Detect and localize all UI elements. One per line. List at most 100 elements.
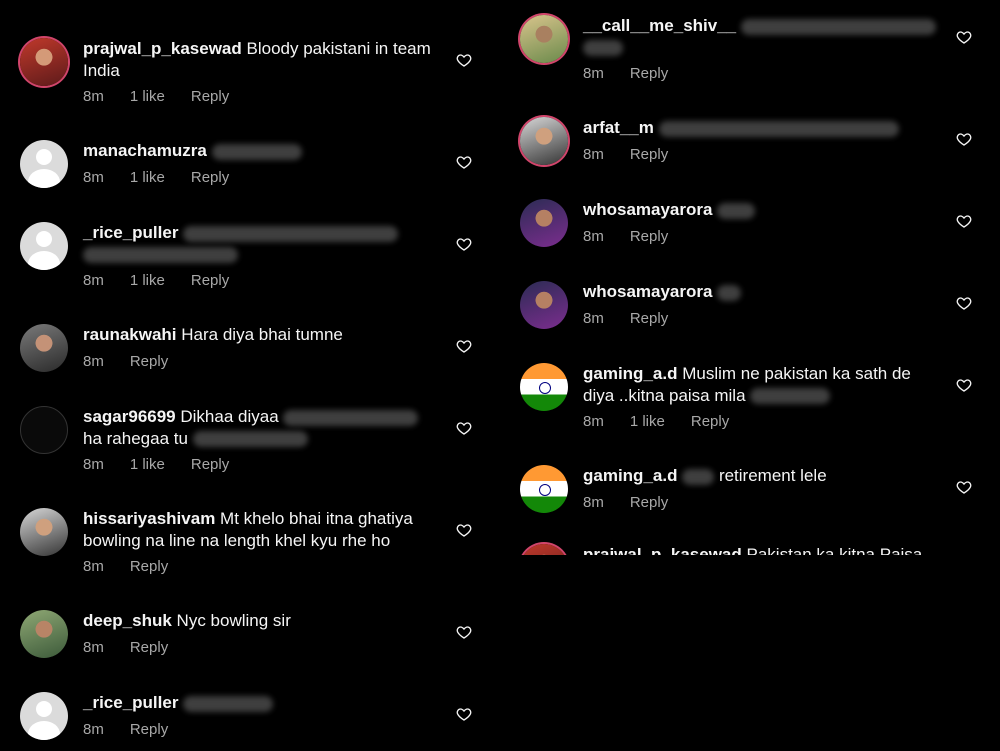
- comment-text: sagar96699 Dikhaa diyaa ha rahegaa tu: [83, 406, 438, 449]
- reply-button[interactable]: Reply: [630, 146, 668, 163]
- heart-icon[interactable]: [456, 522, 472, 538]
- heart-icon[interactable]: [956, 377, 972, 393]
- comment-time: 8m: [83, 456, 104, 473]
- heart-icon[interactable]: [956, 213, 972, 229]
- comment-text: _rice_puller: [83, 222, 438, 265]
- avatar[interactable]: [520, 199, 568, 247]
- comment-text: __call__me_shiv__: [583, 15, 938, 58]
- reply-button[interactable]: Reply: [191, 88, 229, 105]
- comment-username[interactable]: prajwal_p_kasewad: [83, 39, 242, 58]
- comment-time: 8m: [83, 721, 104, 738]
- avatar[interactable]: [520, 544, 568, 555]
- comment-meta: 8m 1 like Reply: [83, 169, 255, 186]
- comment-likes[interactable]: 1 like: [130, 88, 165, 105]
- comment-time: 8m: [83, 169, 104, 186]
- comment-likes[interactable]: 1 like: [130, 272, 165, 289]
- reply-button[interactable]: Reply: [630, 494, 668, 511]
- blurred-text: [740, 18, 936, 35]
- comment-time: 8m: [583, 65, 604, 82]
- comment-meta: 8m Reply: [83, 353, 194, 370]
- comment-likes[interactable]: 1 like: [130, 456, 165, 473]
- comment-username[interactable]: prajwal_p_kasewad: [583, 545, 742, 555]
- comment-meta: 8m 1 like Reply: [83, 272, 255, 289]
- heart-icon[interactable]: [956, 131, 972, 147]
- avatar[interactable]: [520, 15, 568, 63]
- avatar[interactable]: [20, 610, 68, 658]
- comment-username[interactable]: gaming_a.d: [583, 466, 677, 485]
- avatar[interactable]: [20, 38, 68, 86]
- avatar[interactable]: [520, 281, 568, 329]
- comment-username[interactable]: _rice_puller: [83, 693, 178, 712]
- reply-button[interactable]: Reply: [130, 353, 168, 370]
- default-avatar-icon[interactable]: [20, 140, 68, 188]
- comment-username[interactable]: _rice_puller: [83, 223, 178, 242]
- blurred-text: [283, 409, 419, 426]
- default-avatar-icon[interactable]: [20, 692, 68, 740]
- reply-button[interactable]: Reply: [630, 228, 668, 245]
- avatar[interactable]: [520, 117, 568, 165]
- comment-username[interactable]: deep_shuk: [83, 611, 172, 630]
- comment-text: gaming_a.d retirement lele: [583, 465, 938, 487]
- heart-icon[interactable]: [956, 479, 972, 495]
- avatar[interactable]: [520, 363, 568, 411]
- reply-button[interactable]: Reply: [130, 639, 168, 656]
- avatar[interactable]: [520, 465, 568, 513]
- comment-username[interactable]: arfat__m: [583, 118, 654, 137]
- comment-text: manachamuzra: [83, 140, 438, 162]
- comment-text: prajwal_p_kasewad Bloody pakistani in te…: [83, 38, 438, 81]
- comment-meta: 8m Reply: [83, 639, 194, 656]
- blurred-text: [211, 143, 302, 160]
- heart-icon[interactable]: [956, 295, 972, 311]
- reply-button[interactable]: Reply: [630, 65, 668, 82]
- heart-icon[interactable]: [456, 338, 472, 354]
- heart-icon[interactable]: [456, 52, 472, 68]
- reply-button[interactable]: Reply: [191, 169, 229, 186]
- comment-username[interactable]: hissariyashivam: [83, 509, 215, 528]
- comment-text: whosamayarora: [583, 199, 938, 221]
- heart-icon[interactable]: [456, 624, 472, 640]
- blurred-text: [192, 431, 308, 448]
- heart-icon[interactable]: [456, 706, 472, 722]
- comment-time: 8m: [83, 558, 104, 575]
- comment-meta: 8m Reply: [583, 310, 694, 327]
- default-avatar-icon[interactable]: [20, 222, 68, 270]
- comment-body: Dikhaa diyaa: [180, 407, 279, 426]
- reply-button[interactable]: Reply: [191, 272, 229, 289]
- comment-body: Hara diya bhai tumne: [181, 325, 343, 344]
- reply-button[interactable]: Reply: [130, 558, 168, 575]
- comment-meta: 8m Reply: [583, 65, 694, 82]
- comment-username[interactable]: raunakwahi: [83, 325, 177, 344]
- blurred-text: [183, 695, 274, 712]
- comment-text: arfat__m: [583, 117, 938, 139]
- comment-username[interactable]: __call__me_shiv__: [583, 16, 736, 35]
- comment-body: Pakistan ka kitna Paisa: [746, 545, 923, 555]
- blurred-text: [682, 468, 715, 485]
- comment-time: 8m: [83, 639, 104, 656]
- comment-username[interactable]: gaming_a.d: [583, 364, 677, 383]
- heart-icon[interactable]: [456, 154, 472, 170]
- comment-meta: 8m 1 like Reply: [583, 413, 755, 430]
- reply-button[interactable]: Reply: [691, 413, 729, 430]
- comment-body: retirement lele: [718, 466, 827, 485]
- heart-icon[interactable]: [956, 29, 972, 45]
- comment-body: Nyc bowling sir: [176, 611, 291, 630]
- reply-button[interactable]: Reply: [130, 721, 168, 738]
- comment-text: _rice_puller: [83, 692, 438, 714]
- avatar[interactable]: [20, 406, 68, 454]
- comment-likes[interactable]: 1 like: [130, 169, 165, 186]
- comment-username[interactable]: whosamayarora: [583, 282, 712, 301]
- heart-icon[interactable]: [456, 420, 472, 436]
- comment-likes[interactable]: 1 like: [630, 413, 665, 430]
- avatar[interactable]: [20, 324, 68, 372]
- reply-button[interactable]: Reply: [191, 456, 229, 473]
- comments-column-left: prajwal_p_kasewad Bloody pakistani in te…: [0, 0, 500, 751]
- heart-icon[interactable]: [456, 236, 472, 252]
- blurred-text: [658, 120, 899, 137]
- blurred-text: [750, 388, 831, 405]
- comment-username[interactable]: whosamayarora: [583, 200, 712, 219]
- avatar[interactable]: [20, 508, 68, 556]
- comment-username[interactable]: sagar96699: [83, 407, 176, 426]
- reply-button[interactable]: Reply: [630, 310, 668, 327]
- comment-time: 8m: [83, 88, 104, 105]
- comment-username[interactable]: manachamuzra: [83, 141, 207, 160]
